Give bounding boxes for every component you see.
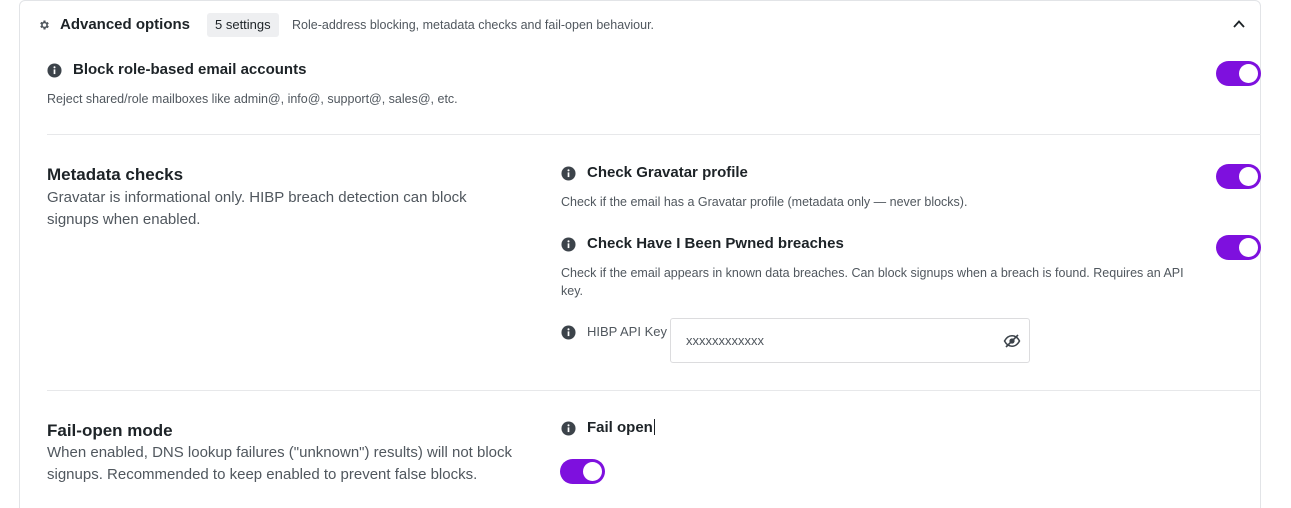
info-icon [47, 63, 62, 78]
divider [47, 390, 1261, 391]
toggle-knob [1239, 238, 1258, 257]
role-block-description: Reject shared/role mailboxes like admin@… [47, 92, 458, 106]
fail-open-option-label: Fail open [587, 419, 653, 436]
gravatar-toggle[interactable] [1216, 164, 1261, 189]
advanced-options-description: Role-address blocking, metadata checks a… [292, 18, 655, 32]
text-caret [653, 419, 655, 435]
info-icon [561, 421, 576, 436]
hibp-description: Check if the email appears in known data… [561, 266, 1184, 298]
eye-slash-icon[interactable] [1003, 332, 1021, 350]
toggle-knob [583, 462, 602, 481]
gravatar-title: Check Gravatar profile [587, 164, 748, 181]
hibp-api-key-input[interactable] [670, 318, 1030, 363]
fail-open-option: Fail open [587, 419, 655, 436]
info-icon [561, 166, 576, 181]
info-icon [561, 237, 576, 252]
hibp-title: Check Have I Been Pwned breaches [587, 235, 844, 252]
fail-open-toggle[interactable] [560, 459, 605, 484]
toggle-knob [1239, 64, 1258, 83]
metadata-checks-title: Metadata checks [47, 165, 184, 184]
divider [47, 134, 1261, 135]
hibp-toggle[interactable] [1216, 235, 1261, 260]
fail-open-description: When enabled, DNS lookup failures ("unkn… [47, 444, 513, 483]
advanced-options-title: Advanced options [60, 16, 191, 33]
gear-icon [40, 20, 49, 30]
hibp-api-key-label: HIBP API Key [587, 324, 667, 339]
info-icon [561, 325, 576, 340]
metadata-checks-description: Gravatar is informational only. HIBP bre… [47, 189, 467, 228]
fail-open-title: Fail-open mode [47, 421, 173, 440]
advanced-options-panel: Advanced options 5 settings Role-address… [19, 0, 1261, 508]
settings-count-badge: 5 settings [207, 13, 279, 37]
toggle-knob [1239, 167, 1258, 186]
chevron-up-icon[interactable] [1232, 17, 1246, 31]
gravatar-description: Check if the email has a Gravatar profil… [561, 195, 968, 209]
advanced-options-header[interactable]: Advanced options 5 settings Role-address… [20, 11, 1260, 39]
role-block-title: Block role-based email accounts [73, 61, 307, 78]
role-block-toggle[interactable] [1216, 61, 1261, 86]
